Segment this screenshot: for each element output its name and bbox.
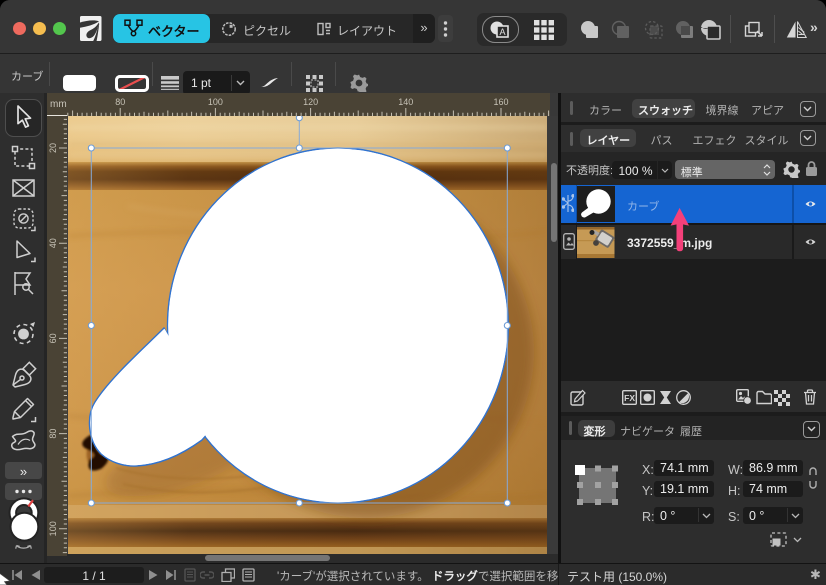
svg-text:A: A <box>499 27 505 37</box>
svg-text:80: 80 <box>115 97 125 107</box>
svg-text:40: 40 <box>48 238 58 248</box>
svg-text:80: 80 <box>48 429 58 439</box>
svg-text:140: 140 <box>398 97 413 107</box>
svg-text:20: 20 <box>48 143 58 153</box>
svg-text:»: » <box>20 464 27 479</box>
svg-text:FX: FX <box>624 393 635 403</box>
svg-text:100: 100 <box>208 97 223 107</box>
svg-text:120: 120 <box>303 97 318 107</box>
svg-text:160: 160 <box>493 97 508 107</box>
svg-text:60: 60 <box>48 333 58 343</box>
svg-text:100: 100 <box>48 521 58 536</box>
